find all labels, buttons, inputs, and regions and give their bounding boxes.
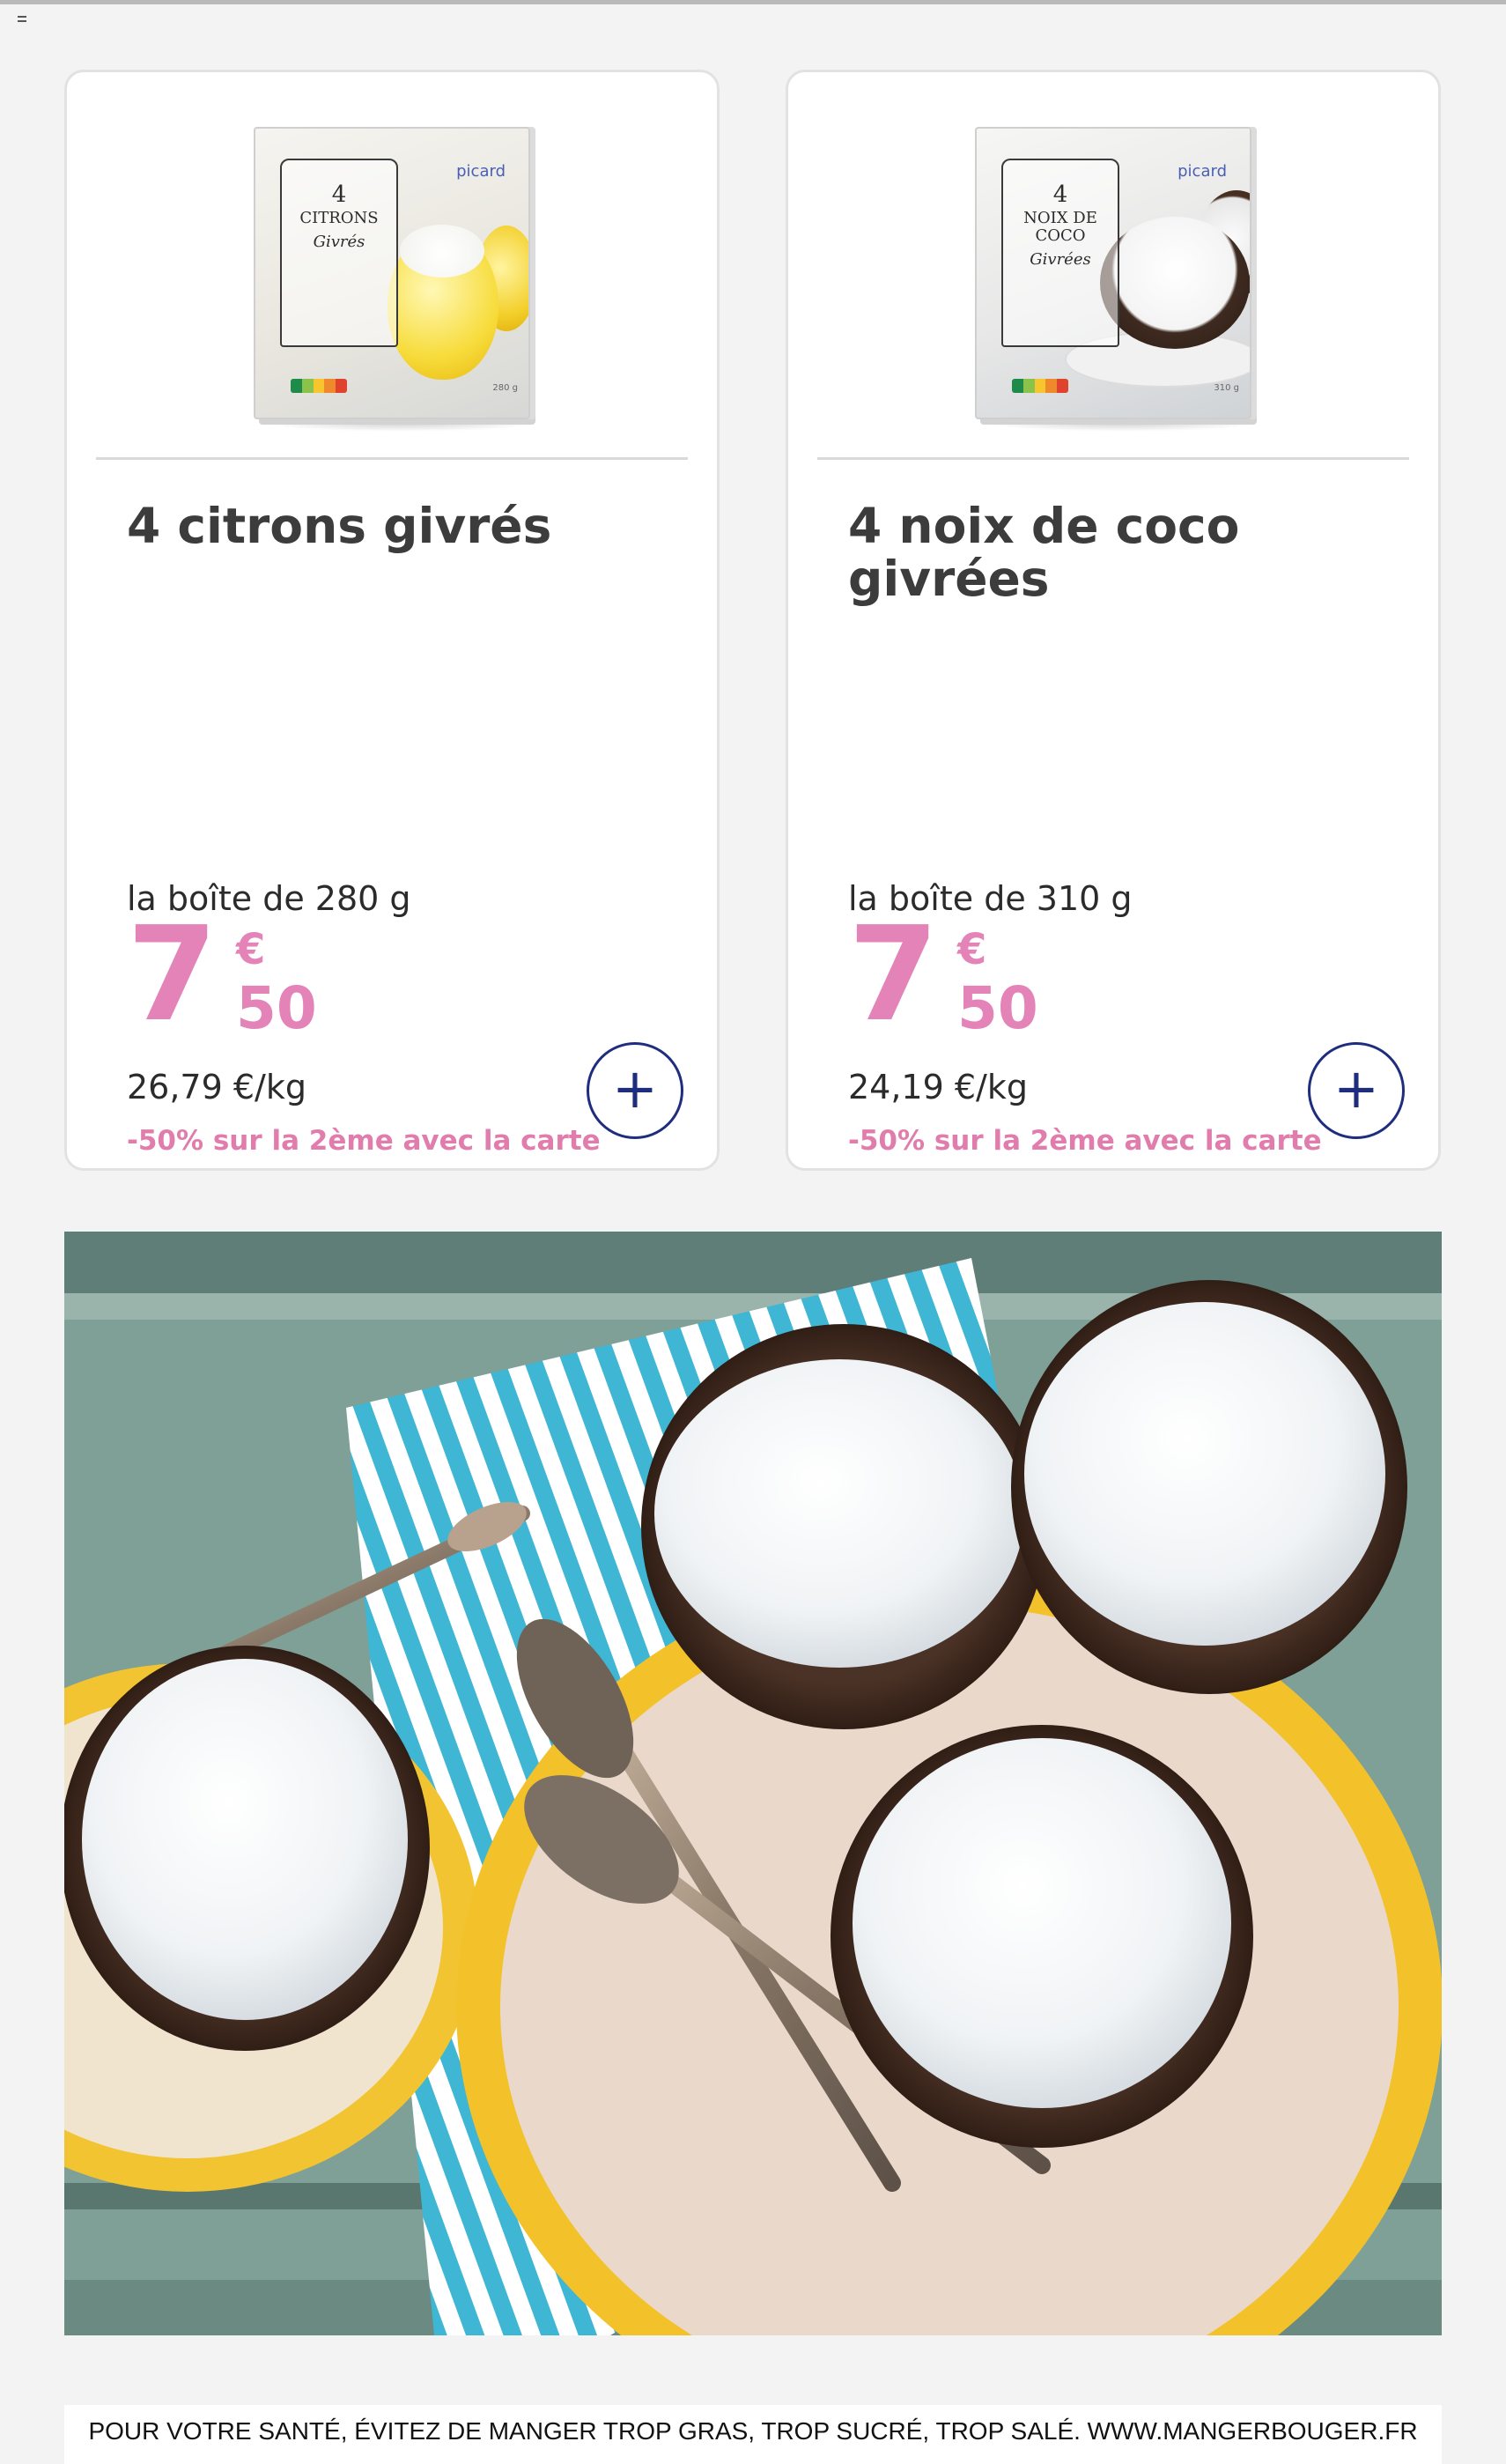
package-brand: picard (1177, 162, 1227, 181)
product-card-noix-de-coco[interactable]: picard 4 NOIX DE COCO Givrées 310 g 4 no… (786, 70, 1441, 1171)
plus-icon: + (612, 1056, 658, 1121)
nutriscore-icon (291, 379, 347, 393)
frozen-coconut-icon (1100, 217, 1250, 349)
package-title: CITRONS (299, 209, 379, 227)
package-weight: 310 g (1214, 383, 1239, 393)
plus-icon: + (1333, 1056, 1379, 1121)
package-count: 4 (331, 181, 347, 208)
package-label: 4 NOIX DE COCO Givrées (1001, 159, 1119, 347)
product-title[interactable]: 4 noix de coco givrées (848, 499, 1377, 605)
photo-illustration (64, 1232, 1442, 2335)
price-currency: € (236, 925, 266, 974)
price-decimal: 50 (236, 974, 317, 1042)
price-integer: 7 (848, 899, 939, 1050)
package-count: 4 (1052, 181, 1068, 208)
package-title: NOIX DE COCO (1023, 209, 1097, 245)
package-brand: picard (456, 162, 506, 181)
price: 7 € 50 (848, 909, 1077, 1045)
nutriscore-icon (1012, 379, 1068, 393)
price-per-kg: 26,79 €/kg (127, 1068, 306, 1106)
price-decimal: 50 (957, 974, 1038, 1042)
card-divider (96, 457, 688, 460)
frozen-lemon-icon (388, 225, 498, 380)
price: 7 € 50 (127, 909, 356, 1045)
package-subtitle: Givrés (313, 233, 365, 251)
coconut-dessert-photo (64, 1232, 1442, 2335)
add-to-cart-button[interactable]: + (587, 1042, 683, 1139)
product-title[interactable]: 4 citrons givrés (127, 499, 655, 552)
price-per-kg: 24,19 €/kg (848, 1068, 1028, 1106)
product-card-citrons[interactable]: picard 4 CITRONS Givrés 280 g 4 citrons … (64, 70, 720, 1171)
package-subtitle: Givrées (1030, 250, 1091, 269)
package-label: 4 CITRONS Givrés (280, 159, 398, 347)
price-integer: 7 (127, 899, 218, 1050)
add-to-cart-button[interactable]: + (1308, 1042, 1405, 1139)
product-image-citrons: picard 4 CITRONS Givrés 280 g (254, 127, 539, 432)
package-weight: 280 g (492, 383, 518, 393)
promo-text: -50% sur la 2ème avec la carte (127, 1125, 601, 1157)
card-divider (817, 457, 1409, 460)
promo-text: -50% sur la 2ème avec la carte (848, 1125, 1322, 1157)
price-currency: € (957, 925, 987, 974)
health-disclaimer: POUR VOTRE SANTÉ, ÉVITEZ DE MANGER TROP … (64, 2405, 1442, 2464)
top-divider (0, 0, 1506, 4)
menu-icon[interactable] (18, 16, 28, 26)
product-image-noix-de-coco: picard 4 NOIX DE COCO Givrées 310 g (975, 127, 1260, 432)
